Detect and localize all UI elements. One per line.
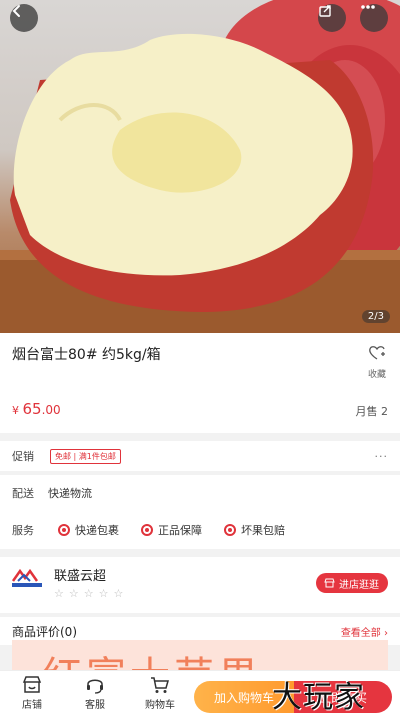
tab-store[interactable]: 店铺 <box>7 676 57 711</box>
tab-store-label: 店铺 <box>22 700 42 711</box>
service-item-label: 快递包裹 <box>75 524 119 537</box>
store-name: 联盛云超 <box>54 569 107 584</box>
store-rating-stars: ☆☆☆☆☆ <box>54 587 129 600</box>
favorite-button[interactable]: 收藏 <box>364 345 390 380</box>
cart-icon <box>151 677 169 693</box>
badge-icon <box>58 524 70 536</box>
divider <box>0 433 400 441</box>
service-item: 快递包裹 <box>58 522 119 538</box>
service-label: 服务 <box>12 524 34 537</box>
more-dots-icon <box>361 5 375 9</box>
shop-icon <box>324 578 335 588</box>
product-image-carousel[interactable]: 2/3 <box>0 0 400 333</box>
service-item: 正品保障 <box>141 522 202 538</box>
enter-store-label: 进店逛逛 <box>339 579 379 591</box>
promotion-tag: 免邮 | 满1件包邮 <box>50 448 121 464</box>
tab-customer-service[interactable]: 客服 <box>70 676 120 711</box>
price-symbol: ¥ <box>12 404 19 417</box>
service-item-label: 坏果包赔 <box>241 524 285 537</box>
badge-icon <box>141 524 153 536</box>
product-info: 烟台富士80# 约5kg/箱 收藏 ¥ 65.00 月售 2 <box>0 333 400 433</box>
watermark-text: 大玩家 <box>272 680 365 715</box>
tab-cart[interactable]: 购物车 <box>135 676 185 711</box>
monthly-sales: 月售 2 <box>355 405 389 418</box>
product-price: ¥ 65.00 <box>12 400 61 418</box>
heart-plus-icon <box>369 346 385 360</box>
shipping-value: 快递物流 <box>48 487 92 500</box>
favorite-label: 收藏 <box>367 370 386 380</box>
store-logo-icon <box>11 568 42 587</box>
review-title: 商品评价(0) <box>12 624 77 639</box>
tab-service-label: 客服 <box>85 700 105 711</box>
back-button[interactable] <box>10 4 38 32</box>
chevron-left-icon <box>12 5 20 17</box>
tab-cart-label: 购物车 <box>145 700 175 711</box>
badge-icon <box>224 524 236 536</box>
price-decimal: .00 <box>41 403 61 417</box>
shipping-label: 配送 <box>12 487 34 500</box>
product-detail-page: 2/3 烟台富士80# 约5kg/箱 收藏 ¥ 65.00 月售 2 促销 免邮… <box>0 0 400 720</box>
price-integer: 65 <box>22 400 42 418</box>
store-card: 联盛云超 ☆☆☆☆☆ 进店逛逛 <box>0 557 400 613</box>
service-item: 坏果包赔 <box>224 522 285 538</box>
headset-icon <box>87 679 103 694</box>
promotion-row[interactable]: 促销 免邮 | 满1件包邮 ··· <box>0 441 400 471</box>
shipping-row: 配送 快递物流 <box>0 475 400 511</box>
divider <box>0 549 400 557</box>
promotion-label: 促销 <box>12 450 34 463</box>
service-row: 服务 快递包裹 正品保障 坏果包赔 <box>0 511 400 549</box>
more-promotions-icon[interactable]: ··· <box>375 450 389 463</box>
view-all-reviews-link[interactable]: 查看全部 › <box>341 624 388 639</box>
service-item-label: 正品保障 <box>158 524 202 537</box>
enter-store-button[interactable]: 进店逛逛 <box>316 573 388 593</box>
image-pager: 2/3 <box>361 310 390 323</box>
more-button[interactable] <box>360 4 388 32</box>
apple-photo <box>0 0 400 333</box>
share-button[interactable] <box>318 4 346 32</box>
share-icon <box>319 5 331 17</box>
store-icon <box>22 676 42 693</box>
product-title: 烟台富士80# 约5kg/箱 <box>12 347 161 363</box>
